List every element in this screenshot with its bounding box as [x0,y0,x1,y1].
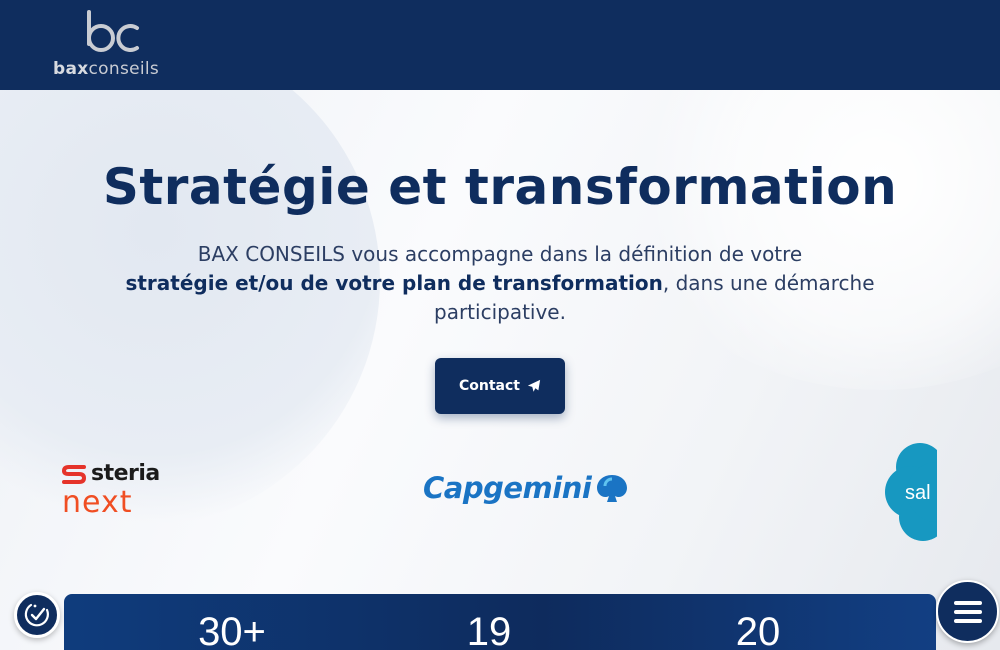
partner-logo-salesforce: sal [885,442,937,542]
page-title: Stratégie et transformation [102,158,898,216]
menu-button[interactable] [936,580,999,643]
stat-value: 30+ [198,610,266,650]
partner-logo-capgemini: Capgemini [423,468,629,508]
accessibility-check-icon [24,603,49,627]
hero-description: BAX CONSEILS vous accompagne dans la déf… [125,242,875,324]
paper-plane-icon [527,379,541,392]
hamburger-menu-icon [953,600,982,623]
steria-wordmark: steria [91,461,160,486]
steria-mark-icon [62,465,86,484]
bax-conseils-logo[interactable]: baxconseils [50,10,175,82]
logo-wordmark: baxconseils [53,59,160,79]
contact-label: Contact [459,378,520,394]
site-header: baxconseils [0,0,1000,90]
key-figures-banner: 30+ 19 20 [64,594,936,650]
salesforce-cloud-icon: sal [885,443,937,541]
accessibility-button[interactable] [14,592,60,638]
hero-section: Stratégie et transformation BAX CONSEILS… [0,90,1000,650]
svg-text:sal: sal [905,482,931,504]
hero-description-highlight: stratégie et/ou de votre plan de transfo… [125,271,663,295]
contact-button[interactable]: Contact [435,358,565,414]
logo-mark-icon [87,10,139,52]
stat-value: 19 [466,610,512,650]
capgemini-spade-icon [597,475,628,502]
stat-value: 20 [735,610,781,650]
next-wordmark: next [62,485,133,520]
capgemini-wordmark: Capgemini [423,471,592,505]
partner-logo-sopra-steria-next: steria next [62,463,172,523]
